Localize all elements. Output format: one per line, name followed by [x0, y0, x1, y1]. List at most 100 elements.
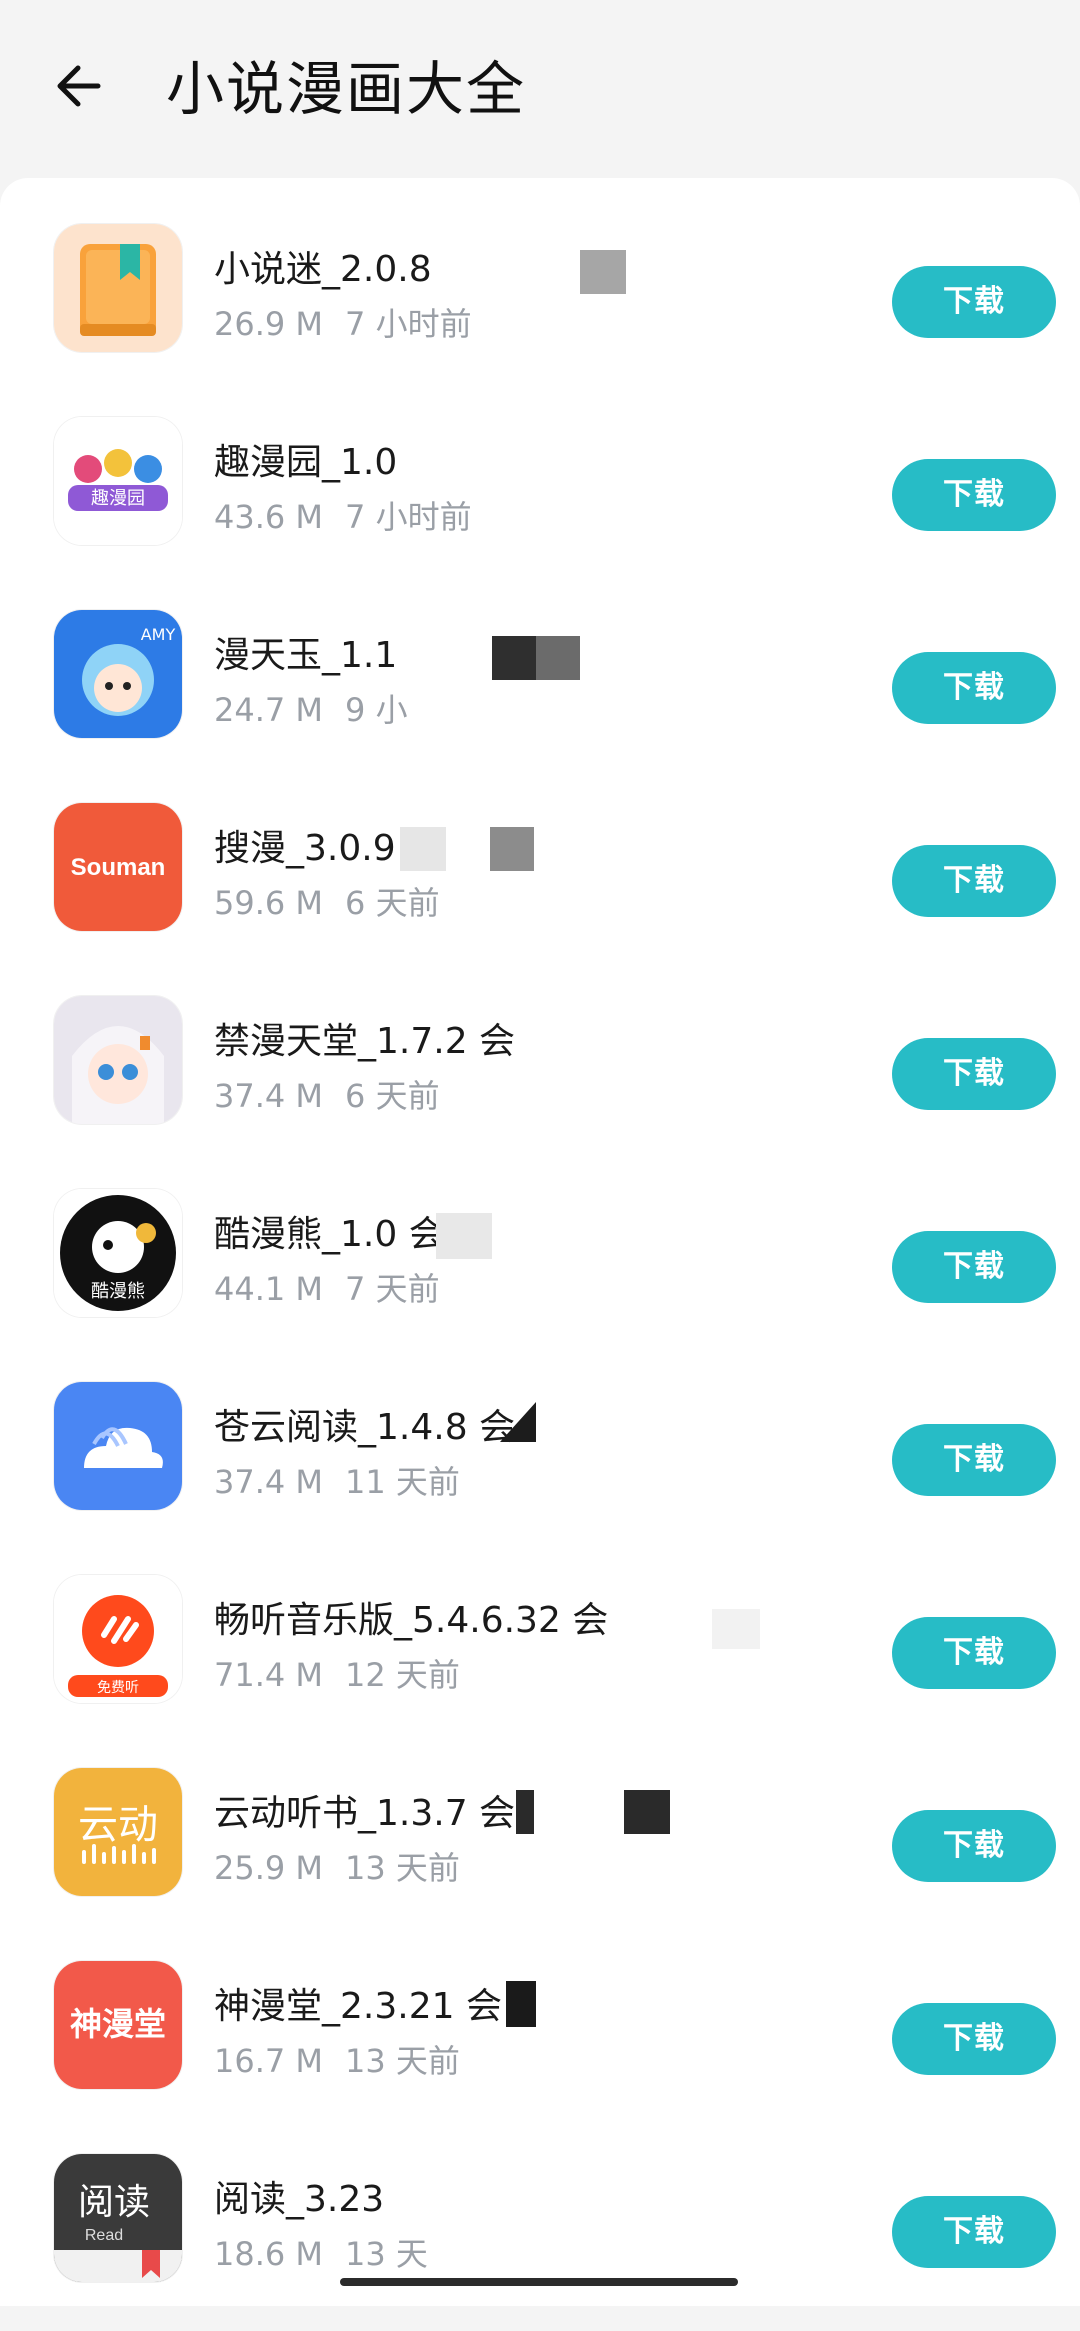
list-item[interactable]: 云动 云动听书_1.3.7 会 25.9 M 13 天前 下载 [0, 1752, 1080, 1945]
souman-logo-icon: Souman [54, 803, 182, 931]
download-button[interactable]: 下载 [892, 845, 1056, 917]
app-time: 7 小时前 [345, 498, 472, 536]
svg-text:酷漫熊: 酷漫熊 [91, 1281, 145, 1302]
arrow-left-icon [57, 65, 101, 107]
download-button[interactable]: 下载 [892, 1617, 1056, 1689]
app-size: 25.9 M [214, 1849, 324, 1887]
redaction [490, 827, 534, 871]
list-item[interactable]: Souman 搜漫_3.0.9 59.6 M 6 天前 下载 [0, 787, 1080, 980]
app-size: 44.1 M [214, 1270, 324, 1308]
app-meta: 26.9 M 7 小时前 [214, 306, 472, 342]
comic-logo-icon: 趣漫园 [54, 417, 182, 545]
app-time: 7 天前 [345, 1270, 440, 1308]
list-item[interactable]: 趣漫园 趣漫园_1.0 43.6 M 7 小时前 下载 [0, 401, 1080, 594]
app-time: 9 小 [345, 691, 408, 729]
app-name: 趣漫园_1.0 [214, 442, 398, 483]
app-name: 搜漫_3.0.9 [214, 828, 396, 869]
app-meta: 25.9 M 13 天前 [214, 1850, 460, 1886]
redaction [506, 1981, 536, 2027]
app-name: 阅读_3.23 [214, 2179, 385, 2220]
app-size: 26.9 M [214, 305, 324, 343]
app-size: 18.6 M [214, 2235, 324, 2273]
app-meta: 37.4 M 11 天前 [214, 1464, 460, 1500]
svg-text:云动: 云动 [78, 1802, 158, 1848]
app-size: 37.4 M [214, 1077, 324, 1115]
app-list: 小说迷_2.0.8 26.9 M 7 小时前 下载 趣漫园 趣漫园_1.0 43.… [0, 178, 1080, 2306]
list-item[interactable]: 神漫堂 神漫堂_2.3.21 会 16.7 M 13 天前 下载 [0, 1945, 1080, 2138]
app-name: 酷漫熊_1.0 会 [214, 1214, 445, 1255]
list-item[interactable]: 免费听 畅听音乐版_5.4.6.32 会 71.4 M 12 天前 下载 [0, 1559, 1080, 1752]
download-button[interactable]: 下载 [892, 266, 1056, 338]
app-meta: 43.6 M 7 小时前 [214, 499, 472, 535]
back-button[interactable] [52, 58, 108, 114]
redaction [580, 250, 626, 294]
app-time: 6 天前 [345, 884, 440, 922]
download-button[interactable]: 下载 [892, 1424, 1056, 1496]
app-size: 59.6 M [214, 884, 324, 922]
svg-text:趣漫园: 趣漫园 [91, 488, 145, 509]
shenmantang-logo-icon: 神漫堂 [54, 1961, 182, 2089]
svg-text:阅读: 阅读 [78, 2182, 150, 2223]
page-title: 小说漫画大全 [166, 55, 527, 123]
list-item[interactable]: 禁漫天堂_1.7.2 会 37.4 M 6 天前 下载 [0, 980, 1080, 1173]
download-button[interactable]: 下载 [892, 459, 1056, 531]
cloud-book-icon [54, 1382, 182, 1510]
app-time: 7 小时前 [345, 305, 472, 343]
app-time: 13 天前 [345, 2042, 460, 2080]
app-name: 云动听书_1.3.7 会 [214, 1793, 516, 1834]
redaction [492, 636, 536, 680]
redaction [712, 1609, 760, 1649]
app-meta: 18.6 M 13 天 [214, 2236, 428, 2272]
bear-logo-icon: 酷漫熊 [54, 1189, 182, 1317]
app-size: 16.7 M [214, 2042, 324, 2080]
app-name: 神漫堂_2.3.21 会 [214, 1986, 502, 2027]
app-time: 12 天前 [345, 1656, 460, 1694]
music-logo-icon: 免费听 [54, 1575, 182, 1703]
svg-text:免费听: 免费听 [97, 1680, 139, 1696]
app-size: 37.4 M [214, 1463, 324, 1501]
download-button[interactable]: 下载 [892, 1038, 1056, 1110]
app-meta: 71.4 M 12 天前 [214, 1657, 460, 1693]
app-name: 苍云阅读_1.4.8 会 [214, 1407, 516, 1448]
redaction [400, 827, 446, 871]
list-item[interactable]: 苍云阅读_1.4.8 会 37.4 M 11 天前 下载 [0, 1366, 1080, 1559]
list-item[interactable]: AMY 漫天玉_1.1 24.7 M 9 小 下载 [0, 594, 1080, 787]
svg-text:AMY: AMY [141, 625, 176, 644]
app-meta: 44.1 M 7 天前 [214, 1271, 440, 1307]
app-size: 24.7 M [214, 691, 324, 729]
app-time: 13 天 [345, 2235, 428, 2273]
download-button[interactable]: 下载 [892, 2196, 1056, 2268]
svg-text:神漫堂: 神漫堂 [70, 2005, 166, 2043]
app-time: 6 天前 [345, 1077, 440, 1115]
yundong-logo-icon: 云动 [54, 1768, 182, 1896]
app-size: 43.6 M [214, 498, 324, 536]
list-item[interactable]: 酷漫熊 酷漫熊_1.0 会 44.1 M 7 天前 下载 [0, 1173, 1080, 1366]
app-name: 禁漫天堂_1.7.2 会 [214, 1021, 516, 1062]
download-button[interactable]: 下载 [892, 652, 1056, 724]
download-button[interactable]: 下载 [892, 1810, 1056, 1882]
app-meta: 59.6 M 6 天前 [214, 885, 440, 921]
app-name: 小说迷_2.0.8 [214, 249, 432, 290]
app-size: 71.4 M [214, 1656, 324, 1694]
redaction [436, 1213, 492, 1259]
anime-girl-icon [54, 996, 182, 1124]
read-logo-icon: 阅读 Read [54, 2154, 182, 2282]
svg-text:Read: Read [85, 2227, 123, 2244]
redaction [536, 636, 580, 680]
app-name: 漫天玉_1.1 [214, 635, 398, 676]
app-name: 畅听音乐版_5.4.6.32 会 [214, 1600, 609, 1641]
app-time: 13 天前 [345, 1849, 460, 1887]
anime-girl-icon: AMY [54, 610, 182, 738]
list-item[interactable]: 小说迷_2.0.8 26.9 M 7 小时前 下载 [0, 208, 1080, 401]
app-bar: 小说漫画大全 [0, 0, 1080, 180]
book-icon [54, 224, 182, 352]
app-meta: 16.7 M 13 天前 [214, 2043, 460, 2079]
download-button[interactable]: 下载 [892, 2003, 1056, 2075]
app-meta: 37.4 M 6 天前 [214, 1078, 440, 1114]
svg-text:Souman: Souman [71, 854, 166, 881]
app-time: 11 天前 [345, 1463, 460, 1501]
home-indicator[interactable] [340, 2278, 738, 2286]
list-item[interactable]: 阅读 Read 阅读_3.23 18.6 M 13 天 下载 [0, 2138, 1080, 2331]
download-button[interactable]: 下载 [892, 1231, 1056, 1303]
redaction [516, 1790, 534, 1834]
